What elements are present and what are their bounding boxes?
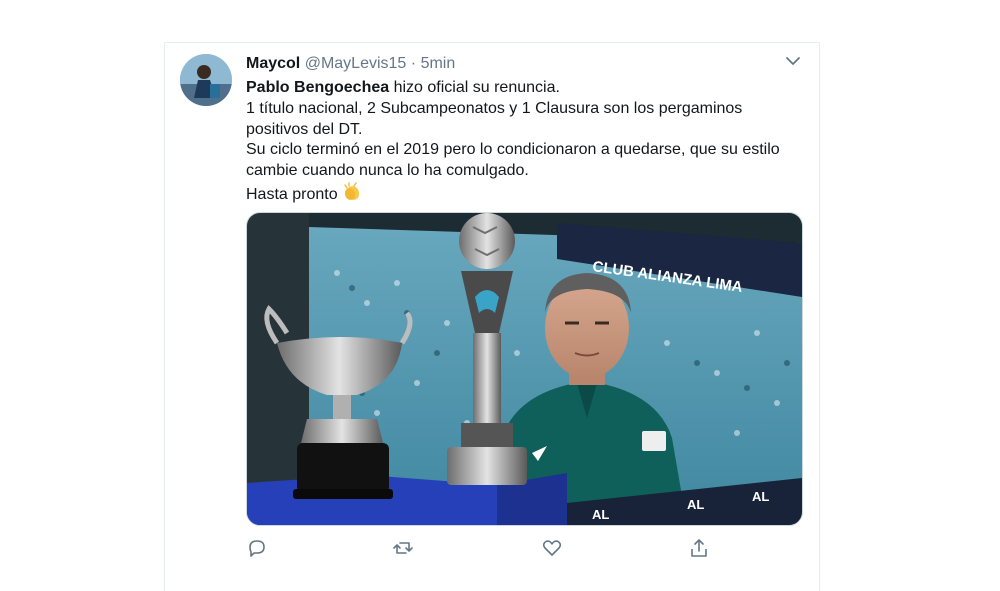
reply-icon[interactable]: [246, 537, 268, 559]
tweet-image[interactable]: CLUB ALIANZA LIMA AL AL AL: [246, 212, 803, 526]
ad-board-text-3: AL: [752, 489, 769, 504]
retweet-icon[interactable]: [392, 537, 414, 559]
separator: ·: [410, 55, 417, 72]
ad-board-text: AL: [592, 507, 609, 522]
tweet-line-4: Hasta pronto: [246, 182, 786, 209]
tweet-actions: [246, 537, 726, 559]
tweet-line-1: Pablo Bengoechea hizo oficial su renunci…: [246, 78, 786, 99]
avatar[interactable]: [180, 54, 232, 106]
tweet-line-2: 1 título nacional, 2 Subcampeonatos y 1 …: [246, 99, 743, 138]
tweet-line-4-text: Hasta pronto: [246, 185, 338, 203]
mention-name: Pablo Bengoechea: [246, 79, 390, 96]
clapping-hands-icon: [342, 182, 362, 209]
tweet-text: Pablo Bengoechea hizo oficial su renunci…: [246, 78, 786, 209]
author-name[interactable]: Maycol: [246, 55, 300, 72]
tweet-header: Maycol @MayLevis15 · 5min: [246, 55, 455, 73]
like-icon[interactable]: [541, 537, 563, 559]
share-icon[interactable]: [688, 537, 710, 559]
tweet-time[interactable]: 5min: [421, 55, 456, 72]
tweet-line-3: Su ciclo terminó en el 2019 pero lo cond…: [246, 141, 780, 180]
ad-board-text-2: AL: [687, 497, 704, 512]
chevron-down-icon[interactable]: [784, 54, 802, 68]
tweet-line-1-rest: hizo oficial su renuncia.: [389, 79, 560, 96]
author-handle[interactable]: @MayLevis15: [305, 55, 407, 72]
